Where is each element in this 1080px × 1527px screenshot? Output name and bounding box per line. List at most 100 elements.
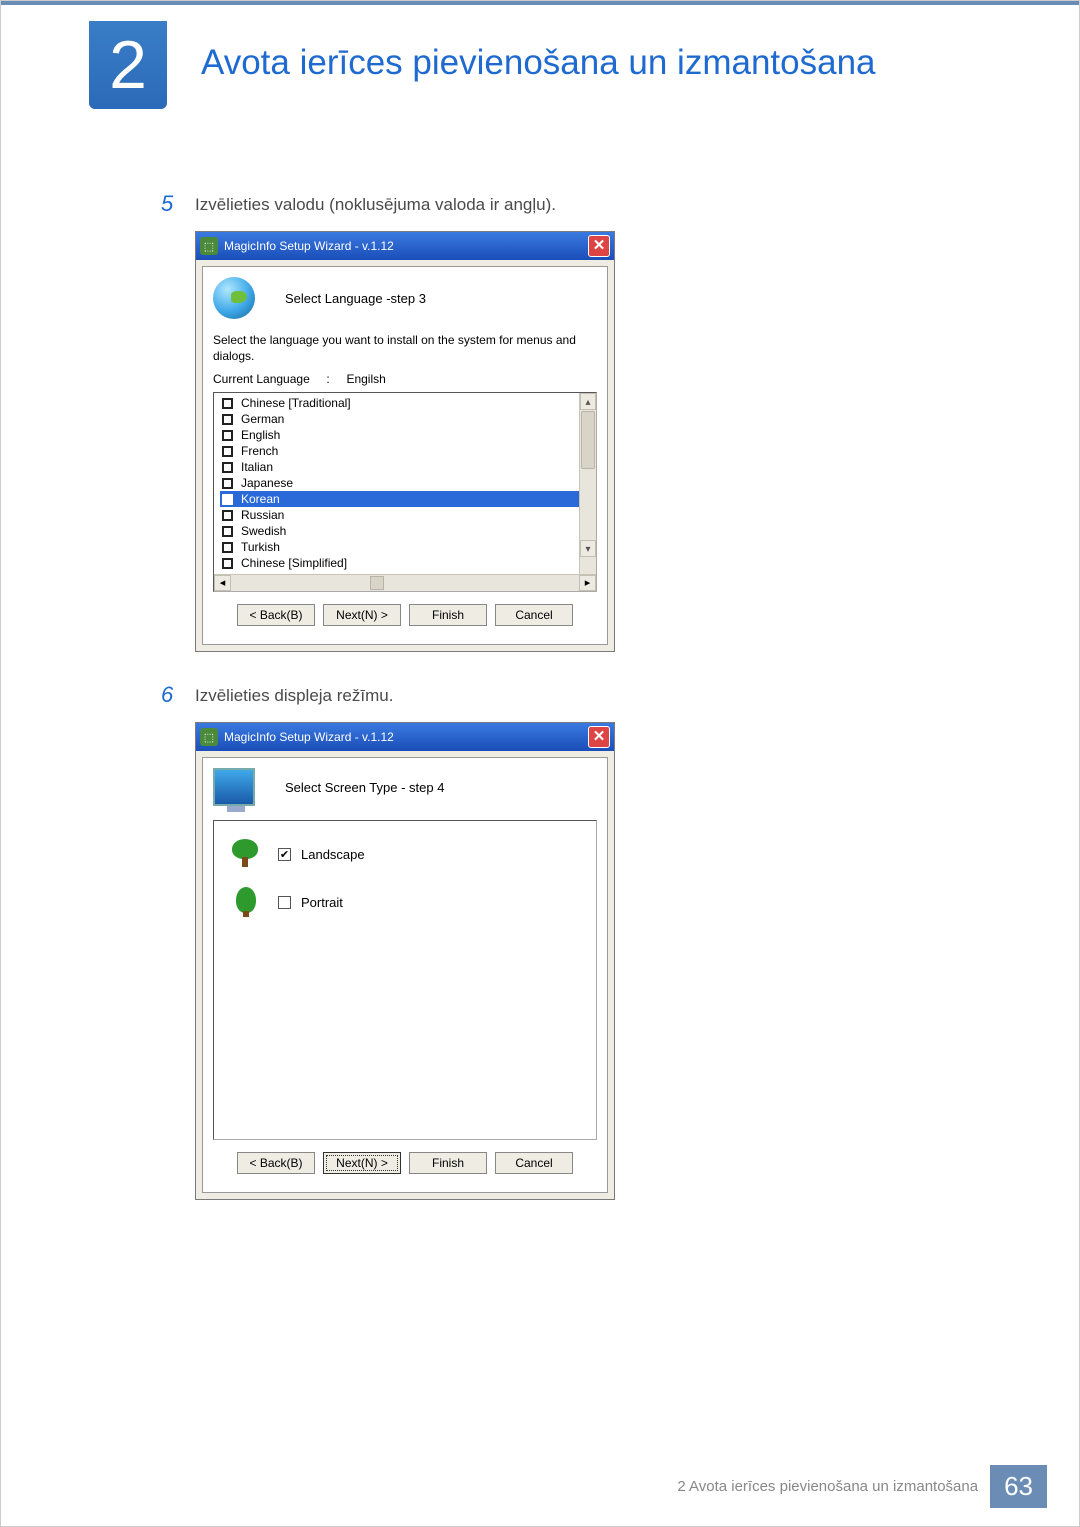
- window-title: MagicInfo Setup Wizard - v.1.12: [224, 239, 588, 253]
- titlebar: ⬚ MagicInfo Setup Wizard - v.1.12 ✕: [196, 723, 614, 751]
- page-number-badge: 63: [990, 1465, 1047, 1508]
- button-row: < Back(B) Next(N) > Finish Cancel: [213, 592, 597, 636]
- instruction-text: Select the language you want to install …: [213, 333, 597, 364]
- checkbox-icon[interactable]: [222, 398, 233, 409]
- scroll-left-icon[interactable]: ◂: [214, 575, 231, 591]
- language-label: Korean: [241, 492, 280, 506]
- current-language-value: Engilsh: [346, 372, 385, 386]
- checkbox-icon[interactable]: [222, 478, 233, 489]
- checkbox-icon[interactable]: [222, 446, 233, 457]
- scroll-thumb[interactable]: [581, 411, 595, 469]
- language-label: German: [241, 412, 284, 426]
- scroll-down-icon[interactable]: ▾: [580, 540, 596, 557]
- language-label: Italian: [241, 460, 273, 474]
- header-band: 2 Avota ierīces pievienošana un izmantoš…: [1, 1, 1079, 105]
- language-label: Russian: [241, 508, 284, 522]
- content-area: 5 Izvēlieties valodu (noklusējuma valoda…: [161, 191, 861, 1230]
- button-row: < Back(B) Next(N) > Finish Cancel: [213, 1140, 597, 1184]
- document-page: 2 Avota ierīces pievienošana un izmantoš…: [0, 0, 1080, 1527]
- screen-type-box: ✔ Landscape Portrait: [213, 820, 597, 1140]
- back-button[interactable]: < Back(B): [237, 1152, 315, 1174]
- landscape-label: Landscape: [301, 847, 365, 862]
- language-item[interactable]: Korean: [220, 491, 594, 507]
- checkbox-icon[interactable]: [222, 430, 233, 441]
- step-6-text: Izvēlieties displeja režīmu.: [195, 682, 393, 708]
- footer-chapter-text: 2 Avota ierīces pievienošana un izmantoš…: [677, 1478, 978, 1495]
- language-item[interactable]: Portuguese: [220, 571, 594, 574]
- app-icon: ⬚: [200, 237, 218, 255]
- language-label: English: [241, 428, 280, 442]
- language-item[interactable]: Chinese [Simplified]: [220, 555, 594, 571]
- close-button[interactable]: ✕: [588, 235, 610, 257]
- language-item[interactable]: Swedish: [220, 523, 594, 539]
- chapter-title: Avota ierīces pievienošana un izmantošan…: [201, 43, 876, 83]
- landscape-checkbox[interactable]: ✔: [278, 848, 291, 861]
- next-button[interactable]: Next(N) >: [323, 1152, 401, 1174]
- step-5-row: 5 Izvēlieties valodu (noklusējuma valoda…: [161, 191, 861, 217]
- chapter-number-badge: 2: [89, 21, 167, 109]
- titlebar: ⬚ MagicInfo Setup Wizard - v.1.12 ✕: [196, 232, 614, 260]
- scroll-up-icon[interactable]: ▴: [580, 393, 596, 410]
- language-label: Japanese: [241, 476, 293, 490]
- language-item[interactable]: Chinese [Traditional]: [220, 395, 594, 411]
- h-thumb[interactable]: [370, 576, 384, 590]
- option-landscape[interactable]: ✔ Landscape: [230, 839, 580, 869]
- checkbox-icon[interactable]: [222, 414, 233, 425]
- language-label: Turkish: [241, 540, 280, 554]
- monitor-icon: [213, 768, 255, 806]
- language-item[interactable]: English: [220, 427, 594, 443]
- language-item[interactable]: Russian: [220, 507, 594, 523]
- cancel-button[interactable]: Cancel: [495, 1152, 573, 1174]
- wizard-dialog-screen-type: ⬚ MagicInfo Setup Wizard - v.1.12 ✕ Sele…: [195, 722, 615, 1200]
- step-header: Select Language -step 3: [213, 277, 597, 319]
- h-track[interactable]: [231, 575, 579, 591]
- checkbox-icon[interactable]: [222, 462, 233, 473]
- checkbox-icon[interactable]: [222, 510, 233, 521]
- horizontal-scrollbar[interactable]: ◂ ▸: [214, 574, 596, 591]
- step-number: 5: [161, 191, 195, 217]
- language-item[interactable]: Japanese: [220, 475, 594, 491]
- finish-button[interactable]: Finish: [409, 604, 487, 626]
- cancel-button[interactable]: Cancel: [495, 604, 573, 626]
- checkbox-icon[interactable]: [222, 526, 233, 537]
- language-scroll-area: Chinese [Traditional] German English French…: [214, 393, 596, 574]
- language-item[interactable]: Italian: [220, 459, 594, 475]
- language-label: French: [241, 444, 278, 458]
- language-item[interactable]: French: [220, 443, 594, 459]
- step-number: 6: [161, 682, 195, 708]
- language-item[interactable]: German: [220, 411, 594, 427]
- checkbox-icon[interactable]: [222, 542, 233, 553]
- language-item[interactable]: Turkish: [220, 539, 594, 555]
- checkbox-icon[interactable]: [222, 558, 233, 569]
- portrait-checkbox[interactable]: [278, 896, 291, 909]
- language-list: Chinese [Traditional] German English French…: [214, 393, 596, 574]
- next-button[interactable]: Next(N) >: [323, 604, 401, 626]
- option-portrait[interactable]: Portrait: [230, 887, 580, 917]
- window-title: MagicInfo Setup Wizard - v.1.12: [224, 730, 588, 744]
- back-button[interactable]: < Back(B): [237, 604, 315, 626]
- language-label: Chinese [Traditional]: [241, 396, 351, 410]
- globe-icon: [213, 277, 255, 319]
- wizard-dialog-language: ⬚ MagicInfo Setup Wizard - v.1.12 ✕ Sele…: [195, 231, 615, 652]
- app-icon: ⬚: [200, 728, 218, 746]
- language-label: Portuguese: [241, 572, 302, 574]
- step-6-row: 6 Izvēlieties displeja režīmu.: [161, 682, 861, 708]
- step-header-text: Select Language -step 3: [285, 291, 426, 306]
- language-listbox[interactable]: Chinese [Traditional] German English French…: [213, 392, 597, 592]
- step-header: Select Screen Type - step 4: [213, 768, 597, 806]
- current-language-label: Current Language: [213, 372, 310, 386]
- close-button[interactable]: ✕: [588, 726, 610, 748]
- vertical-scrollbar[interactable]: ▴ ▾: [579, 393, 596, 574]
- tree-portrait-icon: [230, 887, 264, 917]
- scroll-right-icon[interactable]: ▸: [579, 575, 596, 591]
- checkbox-icon[interactable]: [222, 574, 233, 575]
- finish-button[interactable]: Finish: [409, 1152, 487, 1174]
- step-header-text: Select Screen Type - step 4: [285, 780, 444, 795]
- page-footer: 2 Avota ierīces pievienošana un izmantoš…: [677, 1465, 1047, 1508]
- language-label: Chinese [Simplified]: [241, 556, 347, 570]
- portrait-label: Portrait: [301, 895, 343, 910]
- current-language-sep: :: [326, 372, 329, 386]
- step-5-text: Izvēlieties valodu (noklusējuma valoda i…: [195, 191, 556, 217]
- language-label: Swedish: [241, 524, 286, 538]
- checkbox-icon[interactable]: [222, 494, 233, 505]
